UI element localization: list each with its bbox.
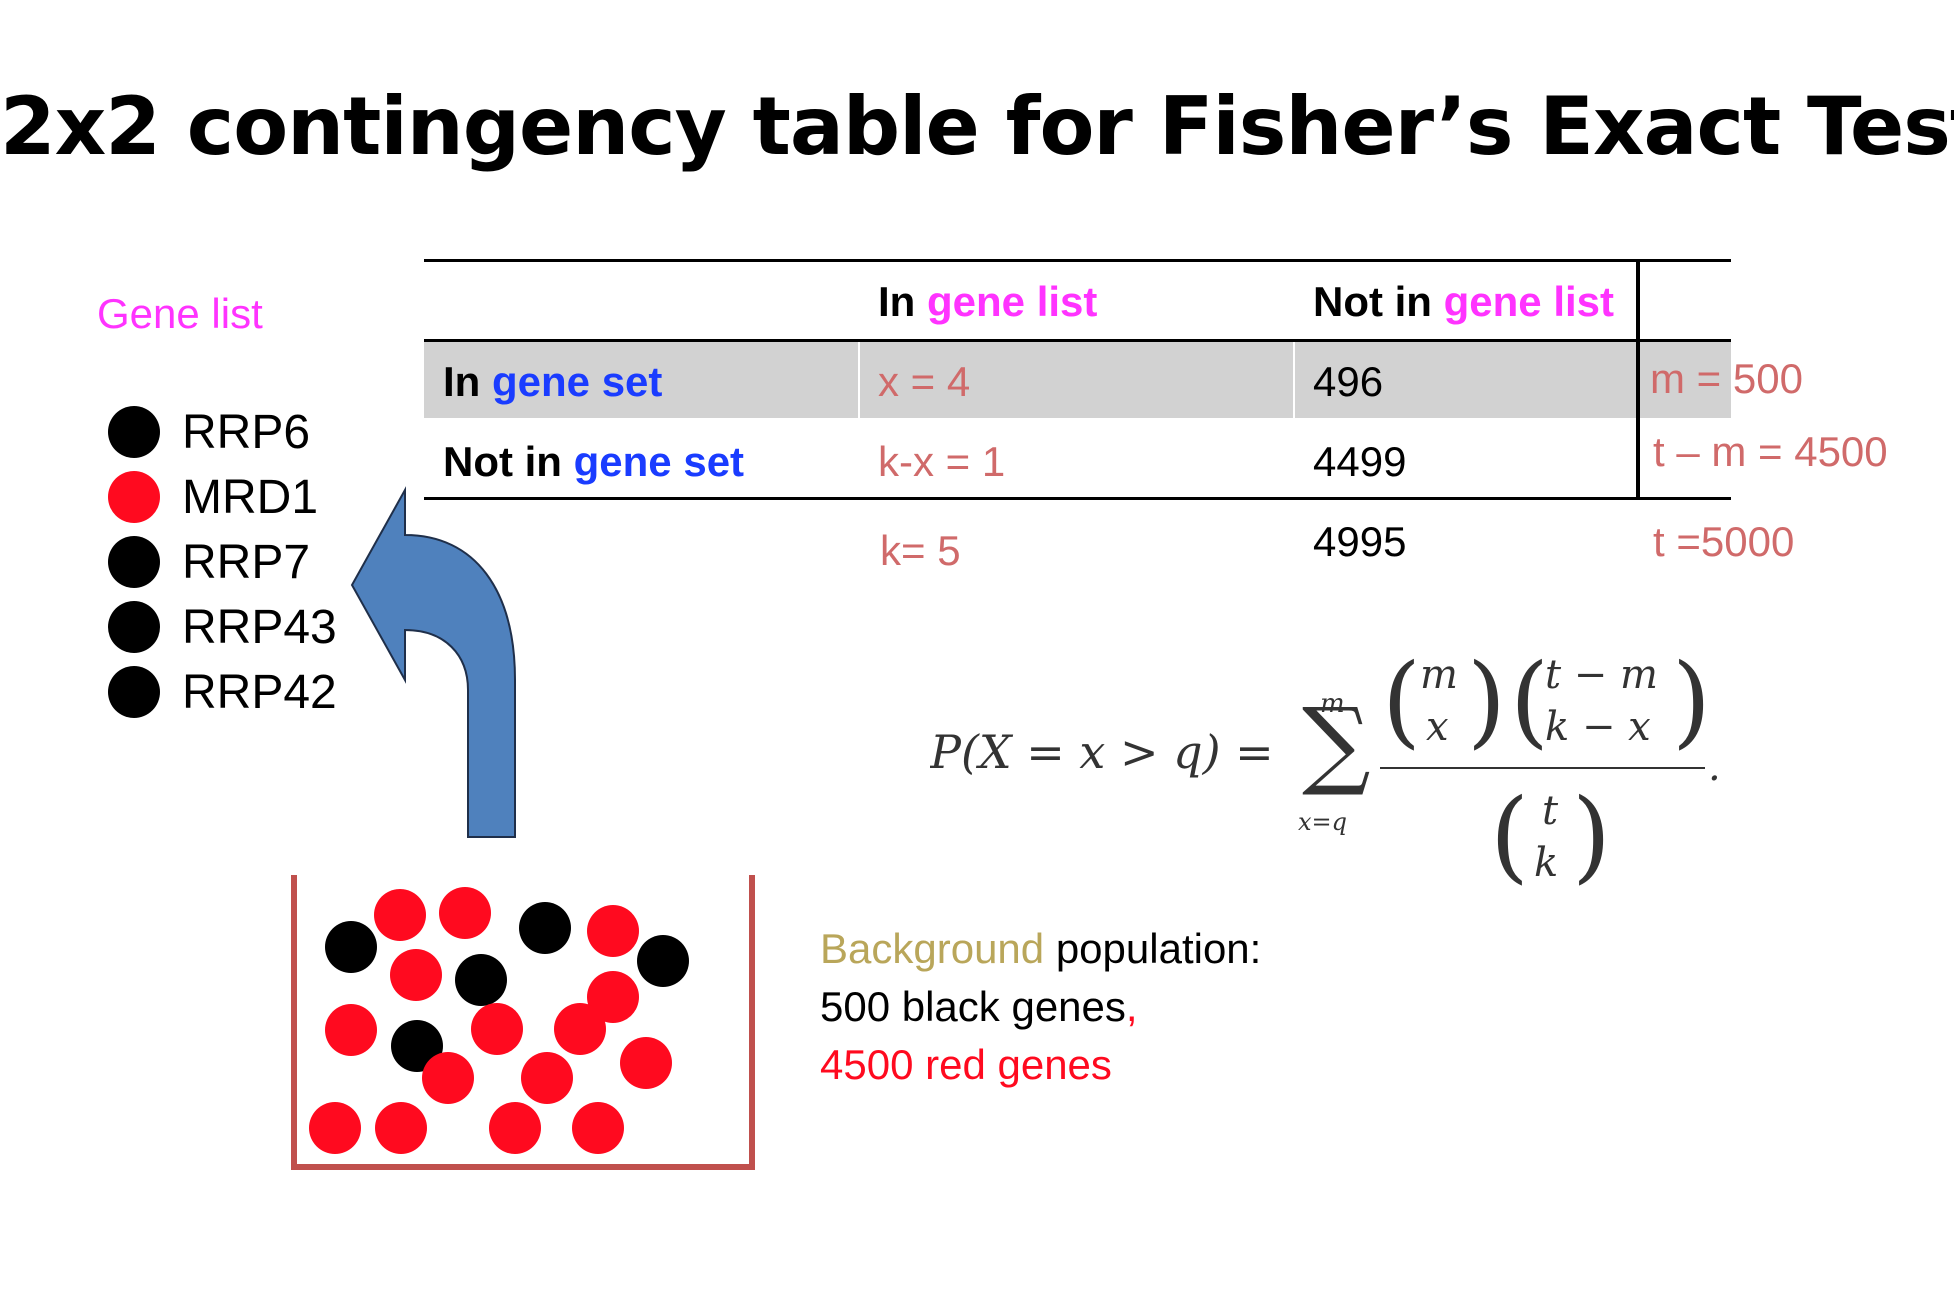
svg-text:m: m [1420, 652, 1458, 698]
gene-name: RRP43 [182, 600, 337, 654]
background-population-bucket [291, 875, 755, 1170]
gene-name: RRP42 [182, 665, 337, 719]
gene-list-item: RRP7 [108, 532, 310, 592]
background-red-line: 4500 red genes [820, 1041, 1112, 1088]
grand-total-t: t =5000 [1653, 518, 1795, 565]
ball-group [309, 887, 689, 1154]
table-cell-divider [1293, 342, 1295, 418]
cell-k-minus-x: k-x = 1 [878, 438, 1006, 485]
black-dot-icon [108, 601, 160, 653]
background-heading: Background population: [820, 925, 1262, 972]
gene-name: RRP6 [182, 405, 311, 459]
svg-text:x: x [1426, 704, 1449, 750]
hypergeometric-formula: P(X = x > q) = m ∑ x=q ( m x ) ( t − m k… [930, 642, 1721, 894]
table-header-rule [424, 339, 1731, 342]
table-total-divider [1636, 259, 1640, 499]
row-header-not-in-gene-set: Not in gene set [443, 438, 745, 485]
svg-text:): ) [1467, 642, 1506, 759]
gene-list-item: MRD1 [108, 467, 318, 527]
gene-name: MRD1 [182, 470, 319, 524]
table-bottom-rule [424, 497, 1731, 500]
column-total-not-in-list: 4995 [1313, 518, 1407, 565]
gene-list-label: Gene list [97, 290, 263, 337]
cell-x: x = 4 [878, 358, 971, 405]
curved-arrow-icon [350, 486, 516, 838]
svg-text:(: ( [1510, 642, 1549, 759]
black-dot-icon [108, 406, 160, 458]
svg-text:k: k [1534, 840, 1558, 886]
table-cell-divider [858, 342, 860, 418]
svg-text:(: ( [1382, 642, 1421, 759]
page-title: 2x2 contingency table for Fisher’s Exact… [0, 80, 1954, 173]
gene-name: RRP7 [182, 535, 311, 589]
svg-text:P(X = x > q) =: P(X = x > q) = [930, 725, 1274, 779]
black-dot-icon [108, 536, 160, 588]
gene-list-item: RRP6 [108, 402, 310, 462]
background-black-line: 500 black genes, [820, 983, 1138, 1030]
black-dot-icon [108, 666, 160, 718]
gene-list-item: RRP42 [108, 662, 337, 722]
svg-text:): ) [1572, 777, 1611, 894]
row-header-in-gene-set: In gene set [443, 358, 663, 405]
gene-list-item: RRP43 [108, 597, 337, 657]
svg-text:.: . [1708, 744, 1721, 790]
svg-text:k − x: k − x [1545, 704, 1651, 750]
column-header-not-in-gene-list: Not in gene list [1313, 278, 1615, 325]
cell-not-in-set-not-in-list: 4499 [1313, 438, 1407, 485]
row-total-t-minus-m: t – m = 4500 [1653, 428, 1888, 475]
svg-text:(: ( [1490, 777, 1529, 894]
row-total-m: m = 500 [1650, 355, 1803, 402]
svg-text:x=q: x=q [1298, 808, 1347, 836]
svg-text:∑: ∑ [1302, 687, 1371, 799]
column-total-k: k= 5 [880, 527, 961, 574]
red-dot-icon [108, 471, 160, 523]
cell-in-set-not-in-list: 496 [1313, 358, 1384, 405]
svg-text:): ) [1672, 642, 1711, 759]
table-top-rule [424, 259, 1731, 262]
background-population-text: Background population: 500 black genes, … [820, 920, 1261, 1094]
svg-text:t: t [1542, 788, 1559, 834]
column-header-in-gene-list: In gene list [878, 278, 1098, 325]
svg-text:t − m: t − m [1545, 652, 1658, 698]
